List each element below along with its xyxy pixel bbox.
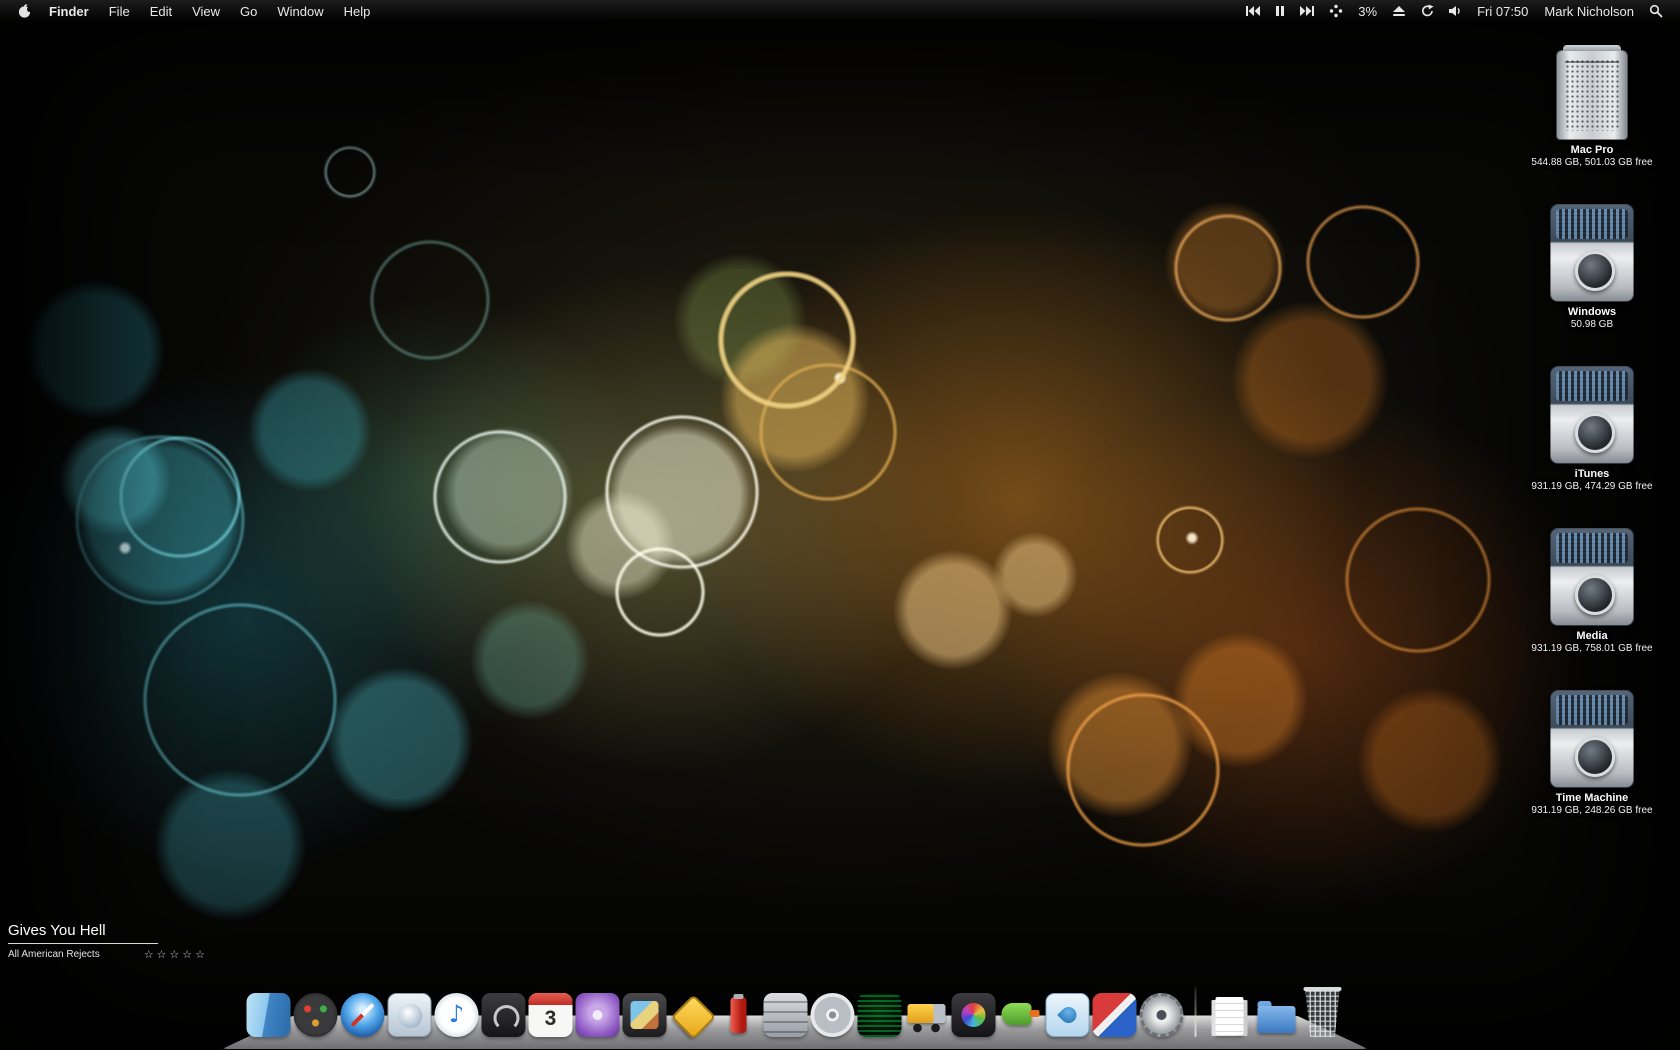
dashboard-icon[interactable]	[293, 993, 338, 1037]
paint-app-icon[interactable]	[951, 993, 996, 1037]
documents-stack-icon[interactable]	[1208, 993, 1252, 1037]
apple-menu[interactable]	[10, 0, 39, 22]
drive-icon	[1550, 522, 1634, 626]
drive-icon-art	[1550, 528, 1634, 626]
raygun-app-icon[interactable]	[999, 993, 1043, 1037]
spotlight-icon[interactable]	[1642, 0, 1670, 22]
safari-icon[interactable]	[340, 993, 385, 1037]
drive-icon	[1550, 360, 1634, 464]
pause-icon[interactable]	[1268, 0, 1292, 22]
now-playing-title: Gives You Hell	[8, 922, 158, 944]
sync-icon[interactable]	[1413, 0, 1441, 22]
drive-icon	[1550, 198, 1634, 302]
desktop: Finder File Edit View Go Window Help 3% …	[0, 0, 1680, 1050]
desktop-icon-detail: 544.88 GB, 501.03 GB free	[1531, 157, 1653, 168]
menu-item[interactable]: Help	[334, 0, 381, 22]
menu-bar-left: Finder File Edit View Go Window Help	[0, 0, 380, 22]
archive-app-icon[interactable]	[763, 993, 808, 1037]
roadsign-app-icon[interactable]	[670, 993, 714, 1037]
desktop-icon-label: Windows	[1567, 306, 1617, 318]
percent-label[interactable]: 3%	[1350, 4, 1385, 19]
water-app-icon[interactable]	[1045, 993, 1090, 1037]
menu-item[interactable]: View	[182, 0, 230, 22]
menu-bar-status: 3% Fri 07:50 Mark Nicholson	[1238, 0, 1680, 22]
volume-icon[interactable]	[1441, 0, 1469, 22]
photo-app-icon[interactable]	[622, 993, 667, 1037]
trash-icon[interactable]	[1302, 987, 1344, 1037]
now-playing-row: All American Rejects ☆☆☆☆☆	[8, 948, 208, 961]
itunes-icon[interactable]	[434, 993, 479, 1037]
clock[interactable]: Fri 07:50	[1469, 4, 1536, 19]
now-playing-rating: ☆☆☆☆☆	[143, 949, 208, 961]
drive-icon-art	[1550, 366, 1634, 464]
drive-icon-art	[1556, 45, 1628, 140]
desktop-icon-detail: 931.19 GB, 474.29 GB free	[1531, 481, 1653, 492]
textmate-icon[interactable]	[575, 993, 620, 1037]
desktop-icon-label: Mac Pro	[1570, 144, 1614, 156]
menu-bar: Finder File Edit View Go Window Help 3% …	[0, 0, 1680, 22]
desktop-icon-detail: 50.98 GB	[1570, 319, 1614, 330]
drive-icon	[1556, 36, 1628, 140]
eject-icon[interactable]	[1385, 0, 1413, 22]
ical-icon[interactable]: 3	[528, 993, 573, 1037]
desktop-icon-label: Time Machine	[1555, 792, 1629, 804]
transmit-truck-icon[interactable]	[905, 993, 949, 1037]
now-playing-widget: Gives You Hell All American Rejects ☆☆☆☆…	[8, 922, 218, 961]
desktop-icon-label: iTunes	[1574, 468, 1610, 480]
menu-item[interactable]: Go	[230, 0, 267, 22]
now-playing-artist: All American Rejects	[8, 949, 100, 960]
terminal-app-icon[interactable]	[857, 993, 902, 1037]
fast-forward-icon[interactable]	[1292, 0, 1322, 22]
user-menu[interactable]: Mark Nicholson	[1536, 4, 1642, 19]
app-menu[interactable]: Finder	[39, 0, 99, 22]
drive-icon	[1550, 684, 1634, 788]
desktop-icon[interactable]: Time Machine 931.19 GB, 248.26 GB free	[1516, 684, 1668, 846]
menu-list: File Edit View Go Window Help	[99, 0, 381, 22]
rewind-icon[interactable]	[1238, 0, 1268, 22]
menu-item[interactable]: Window	[267, 0, 333, 22]
desktop-icon-list: Mac Pro 544.88 GB, 501.03 GB free Window…	[1516, 36, 1668, 846]
desktop-icon-label: Media	[1576, 630, 1608, 642]
desktop-icon-detail: 931.19 GB, 758.01 GB free	[1531, 643, 1653, 654]
drive-icon-art	[1550, 204, 1634, 302]
drive-icon-art	[1550, 690, 1634, 788]
spinner-icon[interactable]	[1322, 0, 1350, 22]
downloads-folder-icon[interactable]	[1255, 993, 1299, 1037]
desktop-icon[interactable]: Media 931.19 GB, 758.01 GB free	[1516, 522, 1668, 684]
desktop-icon[interactable]: Windows 50.98 GB	[1516, 198, 1668, 360]
desktop-icon[interactable]: Mac Pro 544.88 GB, 501.03 GB free	[1516, 36, 1668, 198]
system-preferences-icon[interactable]	[1139, 993, 1184, 1037]
dock-icon-row: 3	[246, 987, 1344, 1037]
desktop-wallpaper	[0, 0, 1680, 1050]
apple-logo	[18, 4, 32, 18]
desktop-icon-detail: 931.19 GB, 248.26 GB free	[1531, 805, 1653, 816]
disc-app-icon[interactable]	[810, 993, 855, 1037]
mail-icon[interactable]	[387, 993, 432, 1037]
menu-item[interactable]: Edit	[140, 0, 182, 22]
calendar-day: 3	[544, 1007, 557, 1030]
dark-app-icon[interactable]	[481, 993, 526, 1037]
red-app-icon[interactable]	[717, 993, 761, 1037]
finder-icon[interactable]	[246, 993, 291, 1037]
desktop-icon[interactable]: iTunes 931.19 GB, 474.29 GB free	[1516, 360, 1668, 522]
dock: 3	[216, 958, 1374, 1050]
dock-separator	[1194, 987, 1197, 1037]
red-blue-app-icon[interactable]	[1092, 993, 1137, 1037]
menu-item[interactable]: File	[99, 0, 140, 22]
